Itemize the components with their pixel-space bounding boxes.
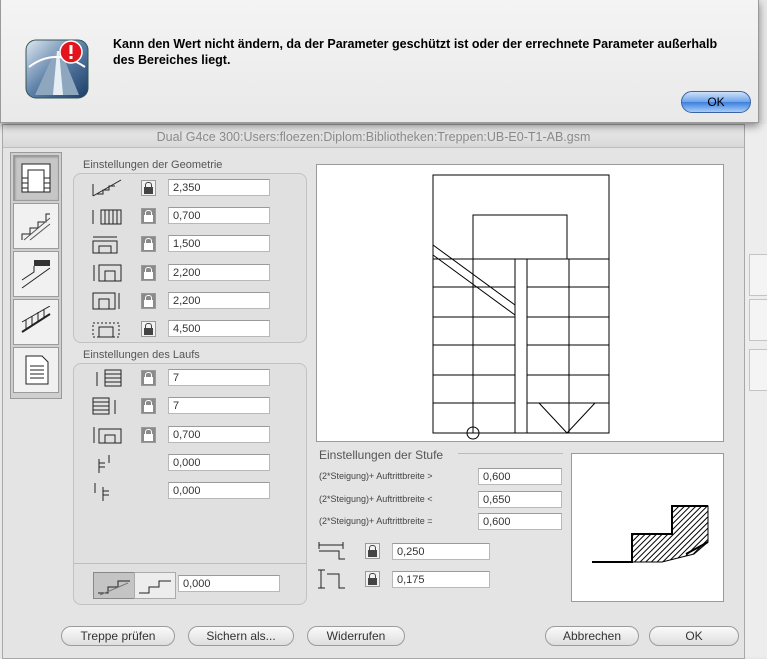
geometry-group-label: Einstellungen der Geometrie [83,159,223,171]
geometry-row-2-lock-toggle[interactable] [141,208,156,224]
geometry-row-1-field[interactable]: 2,350 [168,179,270,196]
step-rule-1-label: (2*Steigung)+ Auftrittbreite > [319,471,433,481]
geometry-row-5-lock-toggle[interactable] [141,293,156,309]
run-row-2-lock-toggle[interactable] [141,398,156,414]
stair-plan-drawing [432,174,610,440]
check-stair-button[interactable]: Treppe prüfen [61,626,175,646]
steps-up-icon [96,369,122,387]
stair-side-icon [21,260,51,289]
riser-height-field[interactable]: 0,175 [392,571,490,588]
cancel-button[interactable]: Abbrechen [545,626,639,646]
landing-width-icon [92,209,122,225]
ok-button[interactable]: OK [649,626,739,646]
total-length-icon [92,179,122,197]
run-row-4-field[interactable]: 0,000 [168,454,270,471]
riser-lock-toggle[interactable] [365,571,380,587]
tab-stair-plan[interactable] [13,155,59,201]
alert-ok-button[interactable]: OK [681,91,751,113]
step-rule-2-field[interactable]: 0,650 [478,491,562,508]
outline-icon [92,322,120,338]
height-b-icon [92,292,120,310]
offset-a-icon [98,455,110,473]
flight-width-icon [93,427,122,444]
tab-document[interactable] [13,347,59,393]
alert-sheet: Kann den Wert nicht ändern, da der Param… [0,0,759,123]
stair-settings-dialog: Dual G4ce 300:Users:floezen:Diplom:Bibli… [2,124,745,659]
step-rule-3-field[interactable]: 0,600 [478,513,562,530]
stair-width-icon [92,236,118,254]
dialog-title: Dual G4ce 300:Users:floezen:Diplom:Bibli… [3,125,744,148]
height-a-icon [93,264,122,282]
stair-plan-icon [21,163,51,193]
railing-icon [21,306,51,333]
geometry-row-1-lock-toggle[interactable] [141,180,156,196]
save-as-button[interactable]: Sichern als... [188,626,294,646]
geometry-row-6-field[interactable]: 4,500 [168,320,270,337]
steps-down-icon [92,397,116,415]
run-row-1-field[interactable]: 7 [168,369,270,386]
step-group-label: Einstellungen der Stufe [319,448,444,462]
stair-plan-preview [316,164,724,442]
step-rule-1-field[interactable]: 0,600 [478,468,562,485]
tread-depth-field[interactable]: 0,250 [392,543,490,560]
step-rule-2-label: (2*Steigung)+ Auftrittbreite < [319,494,433,504]
step-profile-drawing [592,505,709,563]
offset-b-icon [94,483,109,501]
riser-height-icon [318,569,345,589]
tread-lock-toggle[interactable] [365,543,380,559]
geometry-row-4-field[interactable]: 2,200 [168,264,270,281]
stair-direction-down-toggle[interactable] [134,572,176,599]
run-row-3-field[interactable]: 0,700 [168,426,270,443]
step-group-divider [458,453,563,454]
run-bottom-field[interactable]: 0,000 [178,575,280,592]
tab-column [10,152,62,399]
geometry-row-4-lock-toggle[interactable] [141,265,156,281]
background-window-edge [744,124,767,657]
alert-message: Kann den Wert nicht ändern, da der Param… [113,37,718,67]
run-row-3-lock-toggle[interactable] [141,427,156,443]
step-rule-3-label: (2*Steigung)+ Auftrittbreite = [319,516,433,526]
tab-railing[interactable] [13,299,59,345]
run-group-label: Einstellungen des Laufs [83,349,200,361]
run-row-1-lock-toggle[interactable] [141,370,156,386]
tread-depth-icon [318,542,345,560]
step-profile-preview [571,453,724,602]
geometry-row-2-field[interactable]: 0,700 [168,207,270,224]
warning-badge-icon [59,40,83,64]
run-row-2-field[interactable]: 7 [168,397,270,414]
run-row-5-field[interactable]: 0,000 [168,482,270,499]
geometry-row-5-field[interactable]: 2,200 [168,292,270,309]
geometry-row-3-lock-toggle[interactable] [141,236,156,252]
tab-stair-section[interactable] [13,203,59,249]
stair-direction-up-toggle[interactable] [93,572,135,599]
geometry-row-3-field[interactable]: 1,500 [168,235,270,252]
document-icon [25,355,49,385]
geometry-row-6-lock-toggle[interactable] [141,321,156,337]
stair-section-icon [21,213,51,241]
revert-button[interactable]: Widerrufen [307,626,405,646]
tab-stair-side[interactable] [13,251,59,297]
